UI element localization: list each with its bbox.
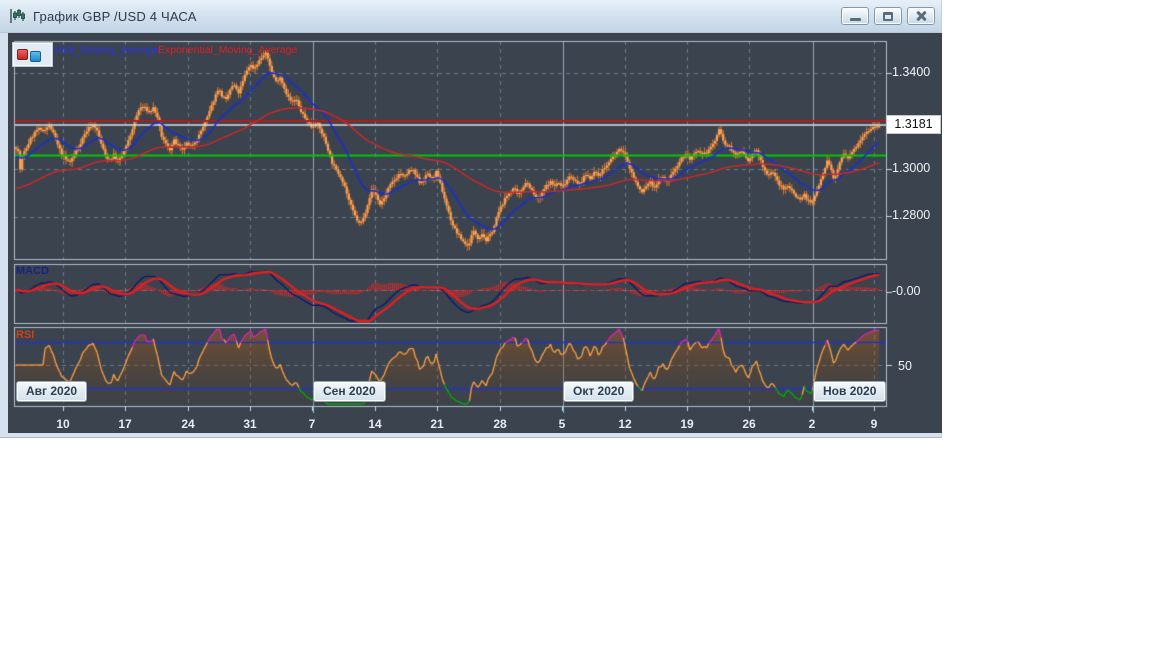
month-button[interactable]: Нов 2020 bbox=[813, 381, 887, 402]
price-axis-label: 1.3000 bbox=[892, 161, 931, 175]
chart-window-icon bbox=[8, 7, 26, 25]
macd-axis-value: -0.00 bbox=[892, 284, 921, 298]
price-axis-label: 1.2800 bbox=[892, 208, 931, 222]
month-button[interactable]: Сен 2020 bbox=[313, 381, 386, 402]
date-axis-label: 9 bbox=[870, 417, 878, 431]
current-price-label: 1.3181 bbox=[886, 115, 941, 134]
restore-button[interactable] bbox=[874, 7, 902, 25]
chart-canvas[interactable] bbox=[8, 33, 942, 433]
chart-window: График GBP /USD 4 ЧАСА Exponential_Movin… bbox=[0, 0, 942, 438]
chart-client-area: Exponential_Moving_Average Exponential_M… bbox=[8, 33, 942, 433]
price-axis-label: 1.3400 bbox=[892, 65, 931, 79]
date-axis-label: 31 bbox=[243, 417, 257, 431]
blue-indicator-swatch[interactable] bbox=[30, 50, 41, 62]
red-indicator-swatch[interactable] bbox=[17, 49, 28, 60]
minimize-button[interactable] bbox=[841, 7, 869, 25]
window-title: График GBP /USD 4 ЧАСА bbox=[33, 8, 197, 24]
date-axis-label: 7 bbox=[308, 417, 316, 431]
date-axis-label: 26 bbox=[742, 417, 756, 431]
date-axis-label: 28 bbox=[493, 417, 507, 431]
date-axis-label: 14 bbox=[368, 417, 382, 431]
indicator-legend-box bbox=[13, 43, 52, 66]
date-axis-label: 19 bbox=[680, 417, 694, 431]
restore-icon bbox=[883, 11, 893, 21]
window-controls bbox=[841, 7, 935, 25]
macd-label: MACD bbox=[16, 265, 49, 277]
date-axis-label: 5 bbox=[558, 417, 566, 431]
close-button[interactable] bbox=[907, 7, 935, 25]
minimize-icon bbox=[849, 18, 861, 21]
month-button[interactable]: Окт 2020 bbox=[563, 381, 635, 402]
rsi-label: RSI bbox=[16, 329, 35, 341]
date-axis-label: 17 bbox=[118, 417, 132, 431]
date-axis-label: 21 bbox=[430, 417, 444, 431]
month-button[interactable]: Авг 2020 bbox=[16, 381, 88, 402]
close-icon bbox=[915, 10, 927, 22]
date-axis-label: 12 bbox=[618, 417, 632, 431]
ema-slow-legend-label: Exponential_Moving_Average bbox=[158, 44, 298, 56]
desktop-background: График GBP /USD 4 ЧАСА Exponential_Movin… bbox=[0, 0, 1152, 648]
title-bar[interactable]: График GBP /USD 4 ЧАСА bbox=[0, 0, 941, 33]
date-axis-label: 2 bbox=[808, 417, 816, 431]
date-axis-label: 24 bbox=[181, 417, 195, 431]
date-axis-label: 10 bbox=[56, 417, 70, 431]
rsi-axis-value: 50 bbox=[898, 359, 912, 373]
